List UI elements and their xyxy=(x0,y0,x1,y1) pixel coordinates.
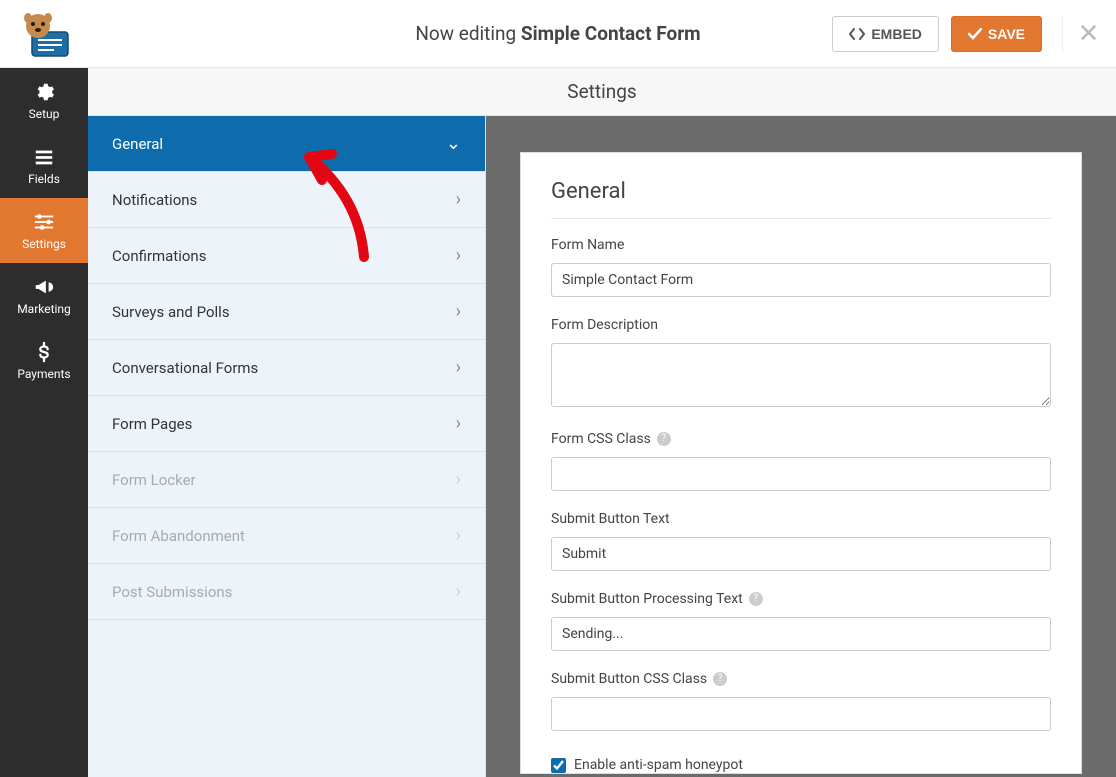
settings-item-surveys[interactable]: Surveys and Polls› xyxy=(88,284,485,340)
form-description-label: Form Description xyxy=(551,317,1051,333)
submit-text-label: Submit Button Text xyxy=(551,511,1051,527)
form-description-input[interactable] xyxy=(551,343,1051,407)
chevron-down-icon: ⌄ xyxy=(446,133,461,154)
form-css-input[interactable] xyxy=(551,457,1051,491)
form-name-label: Form Name xyxy=(551,237,1051,253)
code-icon xyxy=(849,27,865,41)
save-button[interactable]: SAVE xyxy=(951,16,1042,52)
dollar-icon xyxy=(33,341,55,363)
page-title: Settings xyxy=(88,68,1116,116)
help-icon[interactable]: ? xyxy=(713,672,727,686)
sliders-icon xyxy=(33,211,55,233)
chevron-right-icon: › xyxy=(456,469,461,490)
submit-css-label: Submit Button CSS Class? xyxy=(551,671,1051,687)
settings-menu: General⌄ Notifications› Confirmations› S… xyxy=(88,116,486,777)
gear-icon xyxy=(33,81,55,103)
check-icon xyxy=(968,28,982,40)
form-css-label: Form CSS Class? xyxy=(551,431,1051,447)
submit-processing-input[interactable] xyxy=(551,617,1051,651)
close-icon[interactable]: ✕ xyxy=(1062,16,1098,52)
settings-item-form-locker[interactable]: Form Locker› xyxy=(88,452,485,508)
chevron-right-icon: › xyxy=(456,357,461,378)
nav-fields[interactable]: Fields xyxy=(0,133,88,198)
editing-label: Now editing Simple Contact Form xyxy=(415,22,700,45)
submit-text-input[interactable] xyxy=(551,537,1051,571)
general-panel: General Form Name Form Description Form … xyxy=(520,152,1082,774)
settings-item-confirmations[interactable]: Confirmations› xyxy=(88,228,485,284)
settings-item-form-pages[interactable]: Form Pages› xyxy=(88,396,485,452)
honeypot-checkbox[interactable] xyxy=(551,758,566,773)
top-bar: Now editing Simple Contact Form EMBED SA… xyxy=(0,0,1116,68)
chevron-right-icon: › xyxy=(456,245,461,266)
chevron-right-icon: › xyxy=(456,413,461,434)
panel-heading: General xyxy=(551,179,1051,219)
settings-item-post-submissions[interactable]: Post Submissions› xyxy=(88,564,485,620)
nav-marketing[interactable]: Marketing xyxy=(0,263,88,328)
submit-processing-label: Submit Button Processing Text? xyxy=(551,591,1051,607)
nav-settings[interactable]: Settings xyxy=(0,198,88,263)
honeypot-label: Enable anti-spam honeypot xyxy=(574,757,743,773)
embed-button[interactable]: EMBED xyxy=(832,16,939,52)
chevron-right-icon: › xyxy=(456,525,461,546)
help-icon[interactable]: ? xyxy=(657,432,671,446)
bullhorn-icon xyxy=(33,276,55,298)
help-icon[interactable]: ? xyxy=(749,592,763,606)
settings-item-conversational[interactable]: Conversational Forms› xyxy=(88,340,485,396)
chevron-right-icon: › xyxy=(456,581,461,602)
list-icon xyxy=(33,146,55,168)
settings-item-notifications[interactable]: Notifications› xyxy=(88,172,485,228)
settings-item-form-abandonment[interactable]: Form Abandonment› xyxy=(88,508,485,564)
wpforms-logo xyxy=(18,8,78,60)
chevron-right-icon: › xyxy=(456,301,461,322)
nav-payments[interactable]: Payments xyxy=(0,328,88,393)
left-nav: Setup Fields Settings Marketing Payments xyxy=(0,68,88,777)
nav-setup[interactable]: Setup xyxy=(0,68,88,133)
submit-css-input[interactable] xyxy=(551,697,1051,731)
chevron-right-icon: › xyxy=(456,189,461,210)
form-name-input[interactable] xyxy=(551,263,1051,297)
settings-item-general[interactable]: General⌄ xyxy=(88,116,485,172)
